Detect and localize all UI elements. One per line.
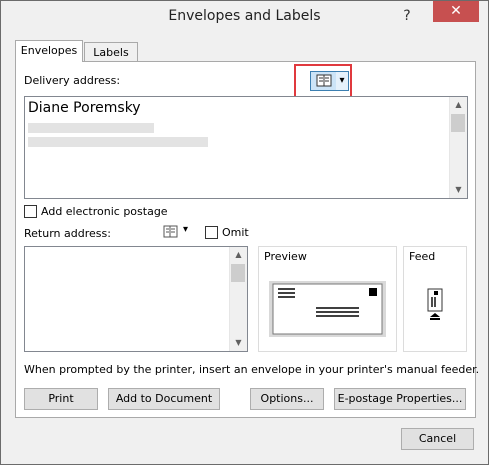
print-button-label: Print [48,392,74,405]
add-to-document-label: Add to Document [115,392,213,405]
options-button[interactable]: Options... [250,388,324,410]
feed-icon [427,288,443,320]
redacted-text [28,123,154,133]
scroll-thumb[interactable] [231,264,245,282]
help-button[interactable]: ? [393,5,421,27]
scroll-down-icon[interactable]: ▼ [450,182,467,198]
cancel-button[interactable]: Cancel [401,428,474,450]
delivery-scrollbar[interactable]: ▲ ▼ [449,97,467,198]
epostage-properties-button[interactable]: E-postage Properties... [334,388,466,410]
omit-checkbox[interactable] [205,226,218,239]
title-bar: Envelopes and Labels ? ✕ [1,1,488,34]
add-to-document-button[interactable]: Add to Document [108,388,220,410]
scroll-down-icon[interactable]: ▼ [230,335,247,351]
preview-label: Preview [264,250,307,263]
omit-label: Omit [222,226,249,239]
add-electronic-postage-checkbox[interactable] [24,205,37,218]
tab-envelopes[interactable]: Envelopes [15,40,83,62]
return-address-book-button[interactable]: ▾ [163,224,195,240]
delivery-address-field[interactable]: Diane Poremsky ▲ ▼ [24,96,468,199]
options-label: Options... [260,392,314,405]
add-electronic-postage-label: Add electronic postage [41,205,168,218]
scroll-up-icon[interactable]: ▲ [230,247,247,263]
feed-area[interactable]: Feed [403,246,467,352]
chevron-down-icon[interactable]: ▾ [183,224,188,235]
cancel-label: Cancel [418,432,457,445]
close-button[interactable]: ✕ [433,1,479,22]
preview-area[interactable]: Preview [258,246,397,352]
epostage-label: E-postage Properties... [337,392,463,405]
envelope-preview-image [272,283,383,335]
return-scrollbar[interactable]: ▲ ▼ [229,247,247,351]
envelopes-panel: Delivery address: ▾ Diane Poremsky ▲ ▼ A… [15,61,480,418]
feed-label: Feed [409,250,436,263]
delivery-address-label: Delivery address: [24,74,121,87]
address-book-icon [163,225,178,238]
envelope-preview [269,281,386,337]
redacted-text [28,137,208,147]
scroll-up-icon[interactable]: ▲ [450,97,467,113]
tab-labels[interactable]: Labels [84,42,138,63]
tab-envelopes-label: Envelopes [20,44,78,57]
envelopes-and-labels-dialog: Envelopes and Labels ? ✕ Envelopes Label… [0,0,489,465]
scroll-thumb[interactable] [451,114,465,132]
tab-labels-label: Labels [93,46,129,59]
delivery-address-name: Diane Poremsky [28,100,141,116]
return-address-label: Return address: [24,227,111,240]
status-message: When prompted by the printer, insert an … [24,363,480,376]
return-address-field[interactable]: ▲ ▼ [24,246,248,352]
print-button[interactable]: Print [24,388,98,410]
